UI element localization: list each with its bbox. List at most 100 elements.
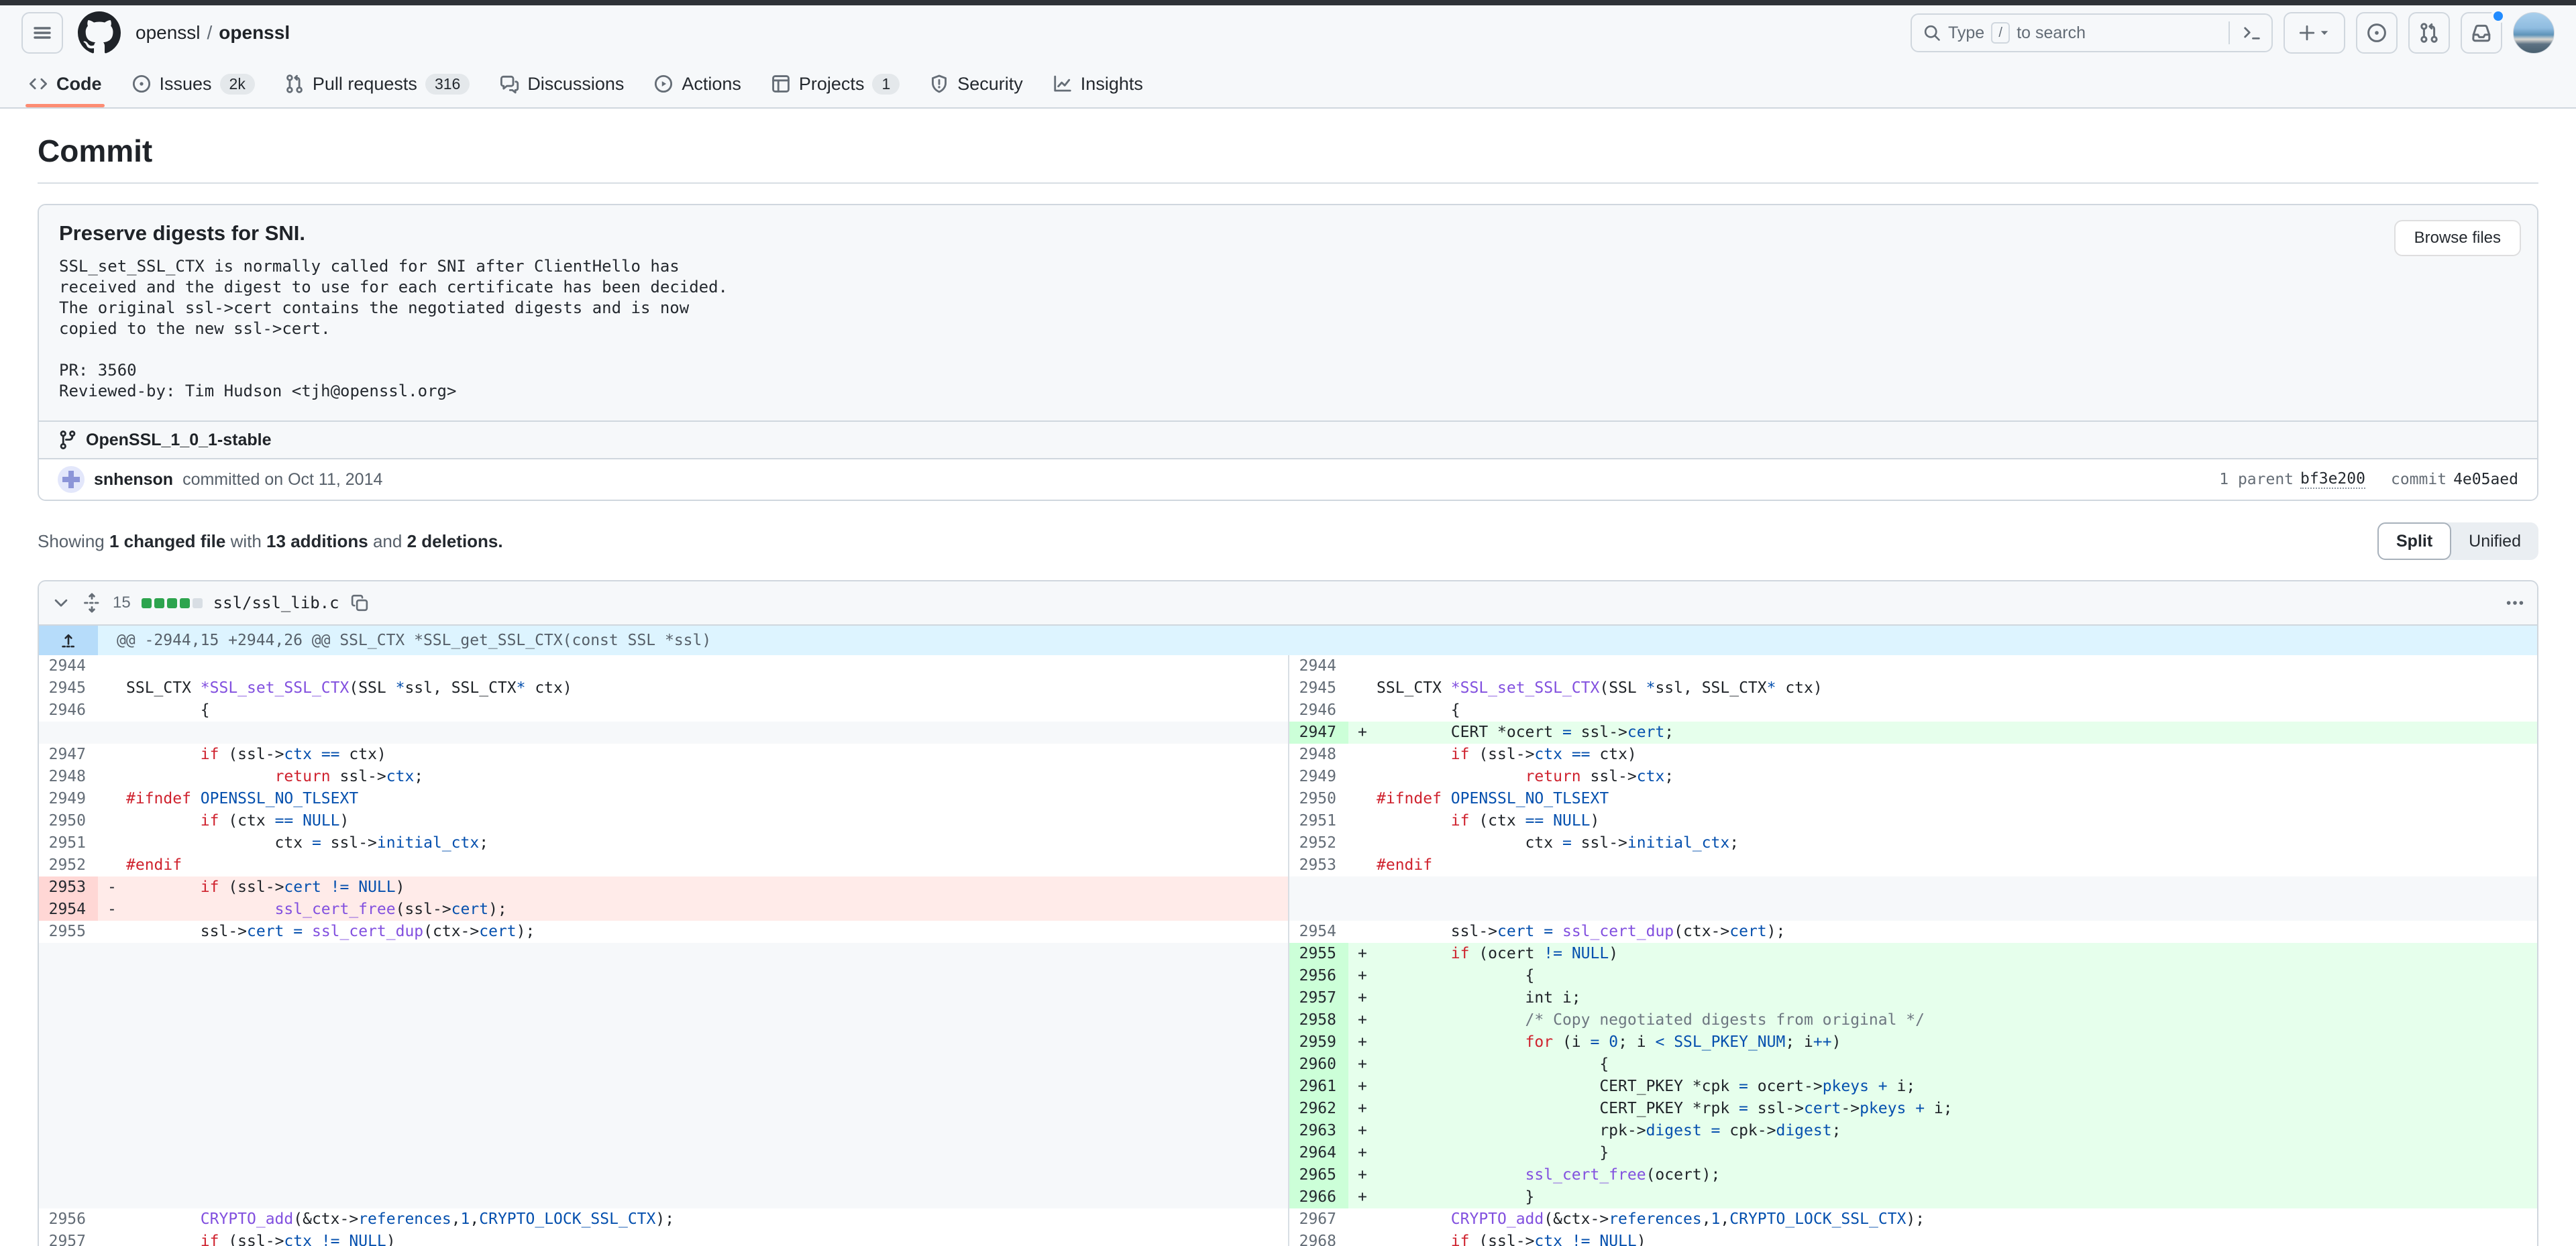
line-number[interactable]: 2945 [39, 677, 98, 699]
unfold-icon[interactable] [82, 593, 102, 613]
unified-view-button[interactable]: Unified [2451, 522, 2538, 560]
diff-marker [98, 810, 126, 832]
code-text: ssl_cert_free(ssl->cert); [126, 899, 1288, 921]
line-number[interactable]: 2952 [1289, 832, 1348, 854]
line-number[interactable]: 2957 [39, 1231, 98, 1246]
tab-discussions[interactable]: Discussions [487, 60, 636, 107]
line-number[interactable]: 2947 [39, 744, 98, 766]
line-number[interactable]: 2947 [1289, 722, 1348, 744]
line-number[interactable]: 2944 [39, 655, 98, 677]
line-number[interactable]: 2954 [39, 899, 98, 921]
breadcrumb: openssl / openssl [136, 22, 290, 44]
parent-sha[interactable]: bf3e200 [2300, 470, 2365, 489]
line-number[interactable]: 2960 [1289, 1054, 1348, 1076]
line-number[interactable]: 2945 [1289, 677, 1348, 699]
unread-notification-dot [2491, 9, 2506, 23]
hunk-header-row: @@ -2944,15 +2944,26 @@ SSL_CTX *SSL_get… [39, 626, 2537, 655]
line-number[interactable]: 2955 [39, 921, 98, 943]
line-number[interactable]: 2963 [1289, 1120, 1348, 1142]
browse-files-button[interactable]: Browse files [2394, 220, 2521, 256]
code-text: if (ssl->ctx == ctx) [126, 744, 1288, 766]
diff-empty-cell [39, 1031, 1288, 1054]
line-number[interactable]: 2948 [1289, 744, 1348, 766]
line-number[interactable]: 2956 [1289, 965, 1348, 987]
author-login[interactable]: snhenson [94, 470, 173, 490]
hunk-header-text: @@ -2944,15 +2944,26 @@ SSL_CTX *SSL_get… [98, 626, 711, 655]
branch-row: OpenSSL_1_0_1-stable [39, 420, 2537, 458]
diff-marker [98, 1098, 126, 1120]
line-number[interactable]: 2968 [1289, 1231, 1348, 1246]
tab-actions[interactable]: Actions [641, 60, 753, 107]
line-number[interactable]: 2950 [1289, 788, 1348, 810]
breadcrumb-owner[interactable]: openssl [136, 22, 201, 44]
hamburger-menu-button[interactable] [21, 12, 63, 54]
line-number[interactable]: 2951 [1289, 810, 1348, 832]
line-number[interactable]: 2967 [1289, 1208, 1348, 1231]
code-text: #ifndef OPENSSL_NO_TLSEXT [1377, 788, 2537, 810]
pull-requests-dashboard-button[interactable] [2408, 12, 2450, 54]
command-palette-button[interactable] [2239, 23, 2271, 43]
file-path[interactable]: ssl/ssl_lib.c [213, 593, 339, 612]
line-number[interactable]: 2958 [1289, 1009, 1348, 1031]
diff-marker [1348, 699, 1377, 722]
github-logo[interactable] [78, 11, 121, 54]
expand-up-button[interactable] [39, 626, 98, 655]
tab-insights[interactable]: Insights [1040, 60, 1155, 107]
line-number[interactable]: 2950 [39, 810, 98, 832]
code-text: if (ssl->cert != NULL) [126, 876, 1288, 899]
author-avatar[interactable] [58, 466, 85, 493]
copy-icon[interactable] [350, 593, 369, 612]
parent-label: 1 parent [2219, 471, 2294, 488]
diff-marker [1348, 921, 1377, 943]
committed-date-text: committed on Oct 11, 2014 [182, 470, 382, 490]
line-number [39, 1054, 98, 1076]
line-number[interactable]: 2955 [1289, 943, 1348, 965]
line-number[interactable]: 2954 [1289, 921, 1348, 943]
diff-line: 2947 if (ssl->ctx == ctx) [39, 744, 1288, 766]
diff-line: 2960+ { [1289, 1054, 2537, 1076]
search-input[interactable]: Type / to search [1911, 13, 2273, 52]
tab-code[interactable]: Code [16, 60, 114, 107]
kebab-icon[interactable] [2505, 593, 2525, 613]
search-placeholder-before: Type [1948, 23, 1984, 43]
tab-security[interactable]: Security [917, 60, 1035, 107]
breadcrumb-repo[interactable]: openssl [219, 22, 290, 44]
split-view-button[interactable]: Split [2377, 522, 2451, 560]
user-avatar[interactable] [2513, 12, 2555, 54]
diff-line: 2957 if (ssl->ctx != NULL) [39, 1231, 1288, 1246]
line-number[interactable]: 2948 [39, 766, 98, 788]
line-number[interactable]: 2946 [1289, 699, 1348, 722]
code-text [126, 1054, 1288, 1076]
diff-line: 2959+ for (i = 0; i < SSL_PKEY_NUM; i++) [1289, 1031, 2537, 1054]
tab-projects[interactable]: Projects1 [759, 60, 912, 107]
tab-pull-requests[interactable]: Pull requests316 [272, 60, 482, 107]
create-new-button[interactable] [2284, 12, 2345, 54]
line-number[interactable]: 2944 [1289, 655, 1348, 677]
branch-name[interactable]: OpenSSL_1_0_1-stable [86, 431, 272, 450]
line-number[interactable]: 2952 [39, 854, 98, 876]
notifications-button[interactable] [2461, 12, 2502, 54]
line-number[interactable]: 2959 [1289, 1031, 1348, 1054]
diff-line: 2944 [39, 655, 1288, 677]
line-number[interactable]: 2949 [39, 788, 98, 810]
line-number[interactable]: 2961 [1289, 1076, 1348, 1098]
line-number[interactable]: 2951 [39, 832, 98, 854]
line-number[interactable]: 2966 [1289, 1186, 1348, 1208]
line-number[interactable]: 2949 [1289, 766, 1348, 788]
line-number[interactable]: 2946 [39, 699, 98, 722]
line-number[interactable]: 2956 [39, 1208, 98, 1231]
line-number[interactable]: 2953 [39, 876, 98, 899]
line-number[interactable]: 2953 [1289, 854, 1348, 876]
line-number[interactable]: 2965 [1289, 1164, 1348, 1186]
code-text: } [1377, 1142, 2537, 1164]
line-number[interactable]: 2964 [1289, 1142, 1348, 1164]
chevron-down-icon[interactable] [51, 593, 71, 613]
issues-dashboard-button[interactable] [2356, 12, 2398, 54]
line-number[interactable]: 2957 [1289, 987, 1348, 1009]
code-text [126, 1098, 1288, 1120]
tab-issues[interactable]: Issues2k [119, 60, 267, 107]
code-text: CRYPTO_add(&ctx->references,1,CRYPTO_LOC… [126, 1208, 1288, 1231]
diff-marker [98, 699, 126, 722]
line-number[interactable]: 2962 [1289, 1098, 1348, 1120]
diff-empty-cell [39, 1076, 1288, 1098]
